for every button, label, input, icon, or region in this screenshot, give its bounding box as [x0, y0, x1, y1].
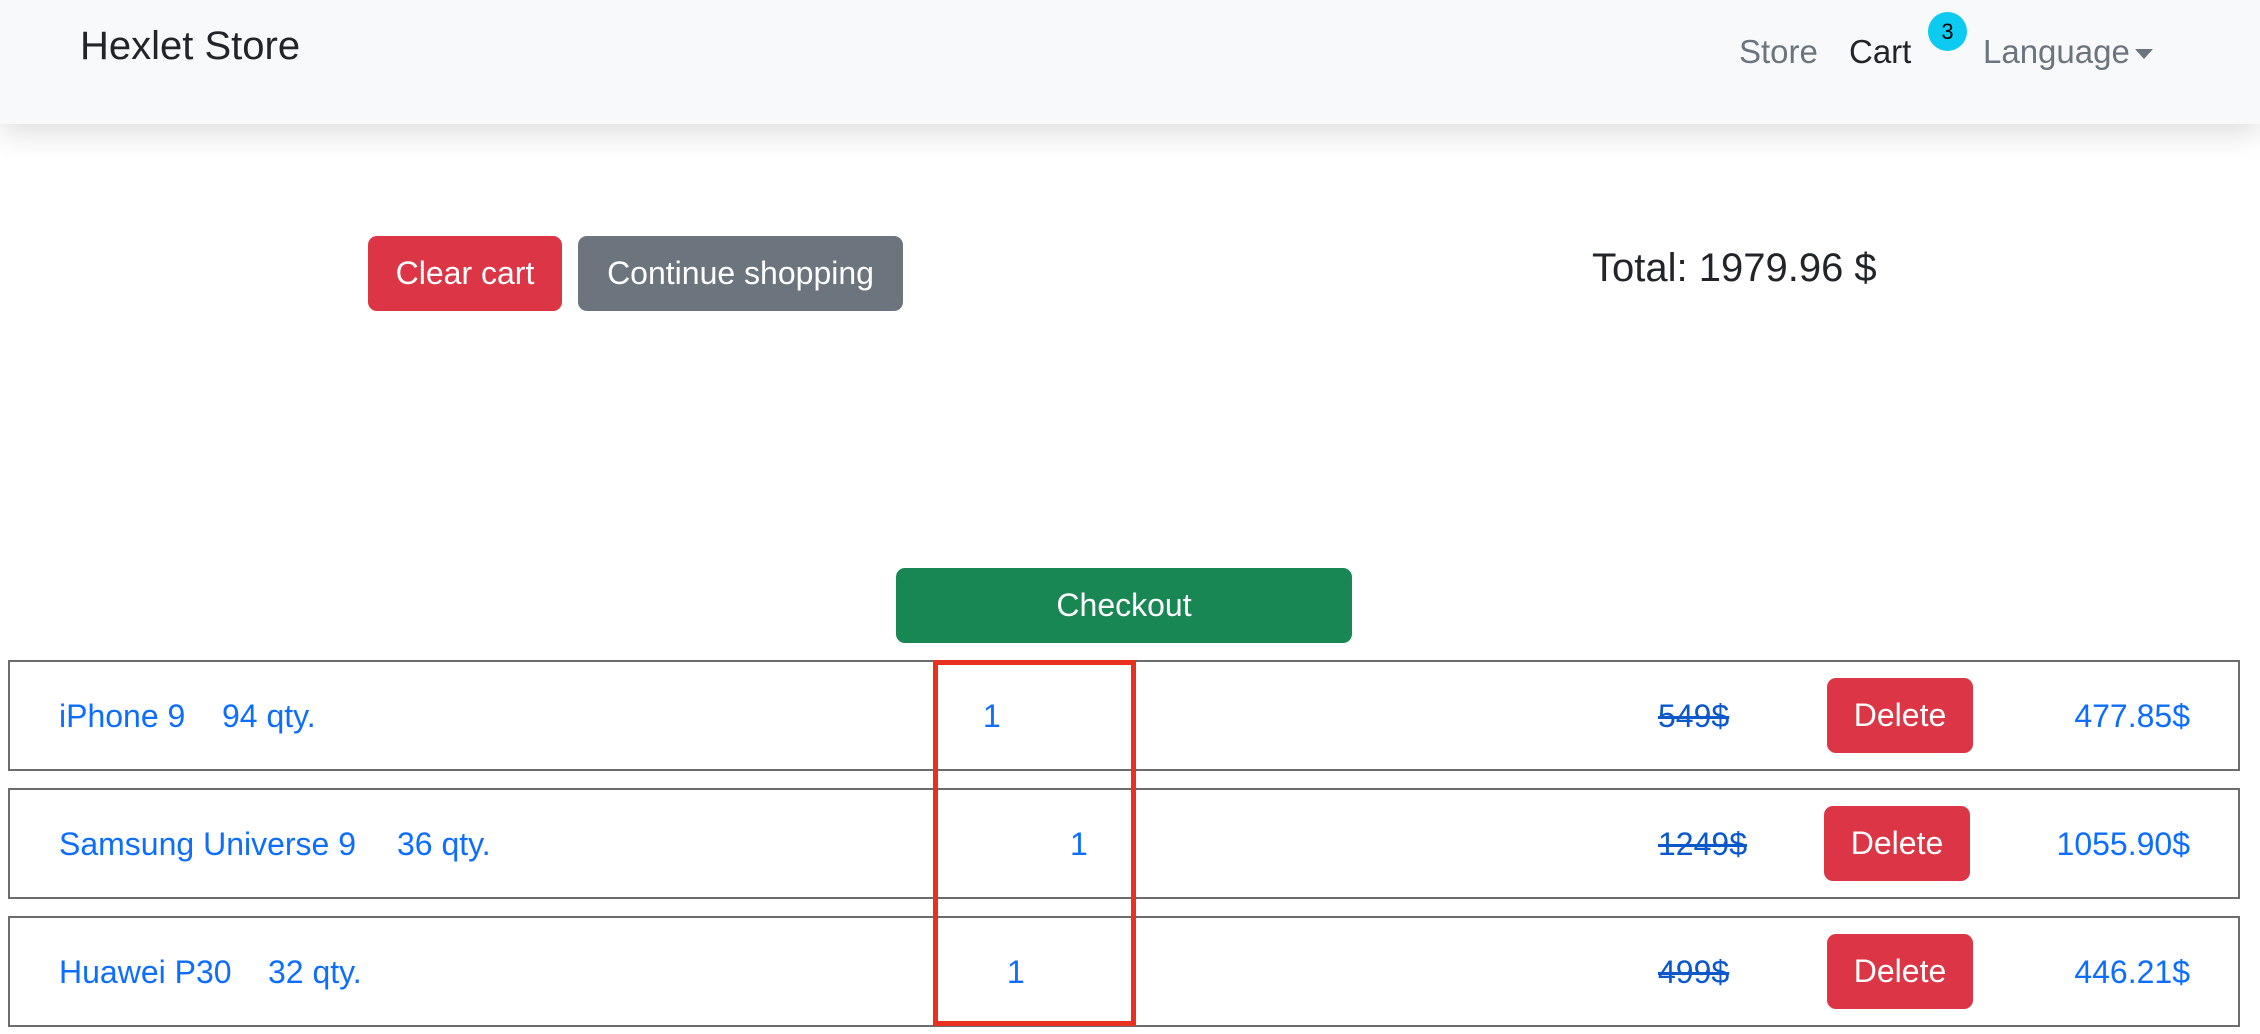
delete-button[interactable]: Delete: [1824, 806, 1970, 881]
nav-link-store[interactable]: Store: [1739, 28, 1818, 76]
cart-total: Total: 1979.96 $: [1592, 246, 1877, 290]
product-name-link[interactable]: Huawei P30: [59, 952, 232, 992]
product-stock: 32 qty.: [268, 954, 362, 990]
cart-count-badge: 3: [1928, 12, 1967, 51]
product-name-link[interactable]: Samsung Universe 9: [59, 824, 356, 864]
caret-down-icon[interactable]: [2135, 49, 2153, 59]
item-price: 477.85$: [2074, 698, 2190, 734]
brand-logo[interactable]: Hexlet Store: [80, 18, 300, 74]
continue-shopping-button[interactable]: Continue shopping: [578, 236, 903, 311]
delete-button[interactable]: Delete: [1827, 678, 1973, 753]
quantity-highlight-box: [933, 660, 1136, 1026]
navbar: Hexlet Store Store Cart 3 Language: [0, 0, 2260, 124]
old-price: 499$: [1658, 954, 1730, 990]
clear-cart-button[interactable]: Clear cart: [368, 236, 562, 311]
nav-link-cart[interactable]: Cart: [1849, 28, 1911, 76]
product-stock: 94 qty.: [222, 698, 316, 734]
old-price: 549$: [1658, 698, 1730, 734]
product-stock: 36 qty.: [397, 826, 491, 862]
product-name-link[interactable]: iPhone 9: [59, 696, 185, 736]
item-price: 446.21$: [2074, 954, 2190, 990]
old-price: 1249$: [1658, 826, 1747, 862]
language-dropdown[interactable]: Language: [1983, 28, 2130, 76]
checkout-button[interactable]: Checkout: [896, 568, 1352, 643]
item-price: 1055.90$: [2056, 826, 2190, 862]
delete-button[interactable]: Delete: [1827, 934, 1973, 1009]
